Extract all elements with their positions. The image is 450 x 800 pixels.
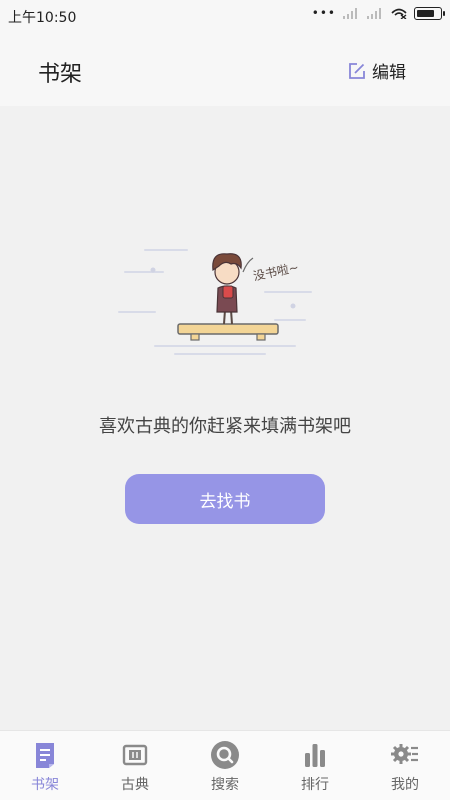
more-dots-icon: ••• xyxy=(311,6,336,20)
empty-bookshelf-message: 喜欢古典的你赶紧来填满书架吧 xyxy=(99,416,351,437)
status-bar: 上午10:50 ••• xyxy=(0,0,450,32)
ranking-icon xyxy=(305,744,325,767)
bottom-nav: 书架 古典 搜索 排行 我的 xyxy=(0,730,450,800)
find-book-label: 去找书 xyxy=(199,491,251,512)
search-icon xyxy=(211,741,239,769)
nav-label-classics: 古典 xyxy=(121,777,149,793)
nav-label-ranking: 排行 xyxy=(301,777,329,793)
status-time: 上午10:50 xyxy=(8,10,77,26)
wifi-off-icon xyxy=(391,8,407,19)
find-book-button[interactable]: 去找书 xyxy=(125,474,325,524)
nav-item-bookshelf[interactable]: 书架 xyxy=(0,731,90,800)
nav-label-search: 搜索 xyxy=(211,777,239,793)
nav-item-classics[interactable]: 古典 xyxy=(90,731,180,800)
signal-icon xyxy=(343,8,357,19)
nav-item-search[interactable]: 搜索 xyxy=(180,731,270,800)
screen: 上午10:50 ••• 书架 编辑 没书啦~ 喜欢古典的你赶紧来填满书架吧 去找… xyxy=(0,0,450,800)
edit-label: 编辑 xyxy=(372,63,406,83)
header: 书架 编辑 xyxy=(0,32,450,106)
nav-label-bookshelf: 书架 xyxy=(31,777,59,793)
status-icons: ••• xyxy=(311,6,445,20)
battery-icon xyxy=(414,6,445,20)
nav-item-ranking[interactable]: 排行 xyxy=(270,731,360,800)
nav-item-profile[interactable]: 我的 xyxy=(360,731,450,800)
nav-label-profile: 我的 xyxy=(391,777,419,793)
page-title: 书架 xyxy=(38,62,83,87)
bookshelf-icon xyxy=(36,743,54,768)
scroll-icon xyxy=(122,744,148,766)
empty-bookshelf-illustration: 没书啦~ xyxy=(118,249,312,355)
main-content: 没书啦~ 喜欢古典的你赶紧来填满书架吧 去找书 xyxy=(0,106,450,730)
edit-button[interactable]: 编辑 xyxy=(348,58,406,83)
signal-icon-2 xyxy=(367,8,381,19)
settings-icon xyxy=(391,744,418,764)
speech-bubble-text: 没书啦~ xyxy=(252,259,300,283)
edit-icon xyxy=(349,62,365,79)
